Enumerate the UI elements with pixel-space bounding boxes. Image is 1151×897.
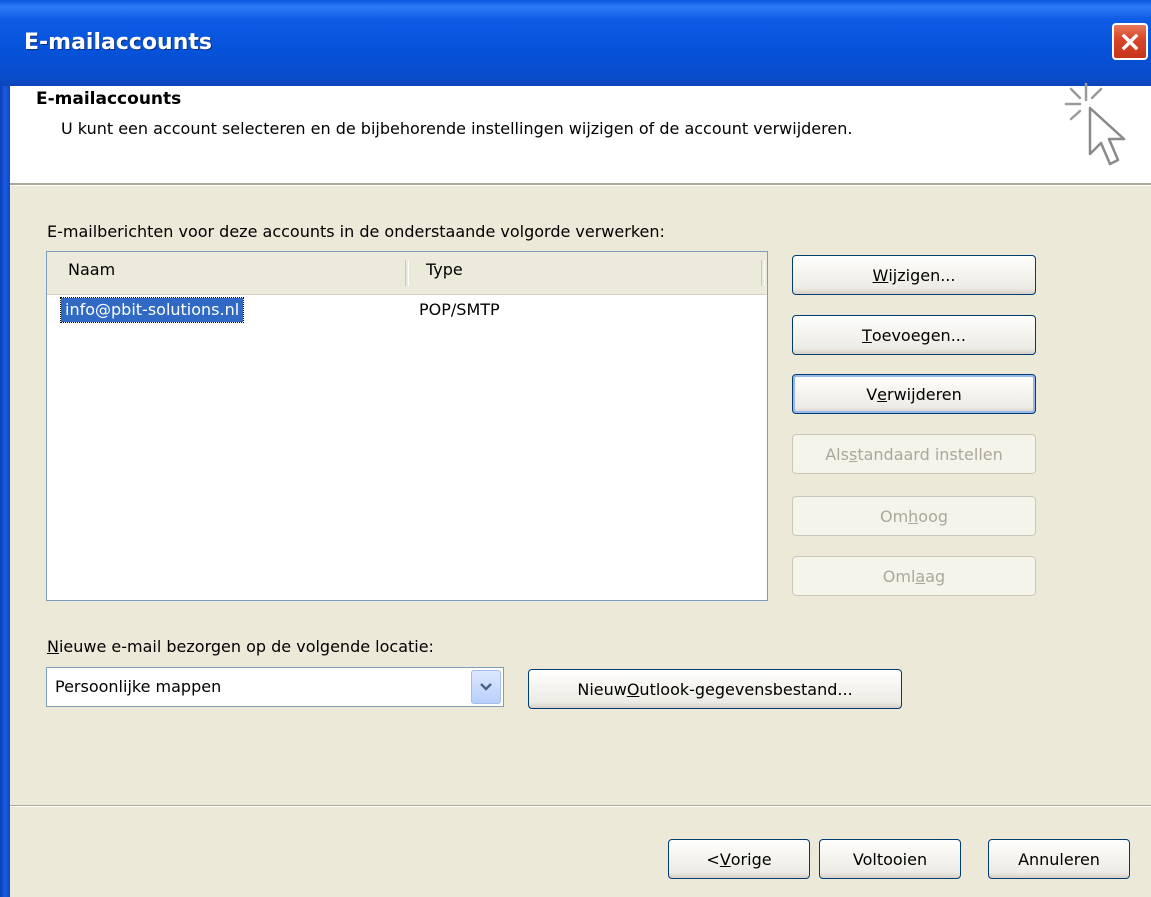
footer-divider [10,805,1151,807]
window-title: E-mailaccounts [24,30,212,55]
cursor-sparkle-icon [1064,82,1126,166]
set-default-button[interactable]: Als s tandaard instellen [792,434,1036,474]
header-description: U kunt een account selecteren en de bijb… [61,119,853,138]
remove-button[interactable]: Ve rwijderen [792,374,1036,414]
account-name[interactable]: info@pbit-solutions.nl [59,297,245,323]
account-type: POP/SMTP [419,300,500,319]
header-title: E-mailaccounts [36,89,182,109]
finish-button[interactable]: Voltooien [819,839,961,879]
delivery-location-dropdown[interactable]: Persoonlijke mappen [46,667,504,707]
column-header-type[interactable]: Type [426,260,463,279]
header-divider [10,183,1151,186]
dropdown-selected-value: Persoonlijke mappen [55,677,222,696]
accounts-list[interactable]: Naam Type info@pbit-solutions.nl POP/SMT… [46,251,768,601]
accounts-list-label: E-mailberichten voor deze accounts in de… [47,222,665,241]
list-item[interactable]: info@pbit-solutions.nl POP/SMTP [47,297,767,323]
add-button[interactable]: Toevoegen... [792,315,1036,355]
cancel-button[interactable]: Annuleren [988,839,1130,879]
move-up-button[interactable]: Om h oog [792,496,1036,536]
back-button[interactable]: < Vorige [668,839,810,879]
delivery-location-label: Nieuwe e-mail bezorgen op de volgende lo… [47,637,434,656]
move-down-button[interactable]: Oml a ag [792,556,1036,596]
change-button[interactable]: Wijzigen... [792,255,1036,295]
column-divider[interactable] [761,260,765,286]
column-header-name[interactable]: Naam [68,260,115,279]
list-header: Naam Type [47,252,767,295]
title-bar[interactable]: E-mailaccounts [0,0,1151,86]
column-divider[interactable] [405,260,409,286]
close-icon [1121,33,1139,50]
chevron-down-icon [480,683,492,691]
dropdown-button[interactable] [471,670,501,704]
close-button[interactable] [1112,23,1148,60]
window-left-border [0,86,10,897]
dialog-window: E-mailaccounts E-mailaccounts U kunt een… [0,0,1151,897]
new-data-file-button[interactable]: Nieuw Outlook-gegevensbestand... [528,669,902,709]
